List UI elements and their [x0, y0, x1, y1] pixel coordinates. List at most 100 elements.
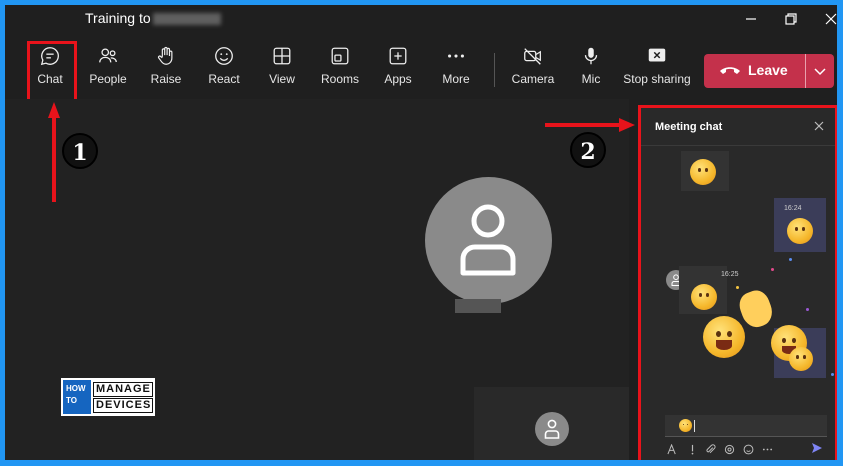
window-title-text: Training to — [85, 10, 151, 26]
confetti — [771, 268, 774, 271]
smiley-icon — [215, 47, 233, 65]
logo-devices: DEVICES — [93, 398, 153, 413]
person-icon — [544, 419, 560, 439]
exclamation-icon — [691, 444, 694, 455]
leave-control: Leave — [704, 54, 834, 88]
stop-sharing-label: Stop sharing — [623, 72, 691, 86]
format-button[interactable] — [667, 442, 679, 455]
priority-button[interactable] — [687, 442, 699, 455]
logo-right: MANAGE DEVICES — [93, 382, 153, 414]
hang-up-icon — [720, 67, 740, 74]
emoji-mouth — [715, 340, 733, 350]
more-icon — [448, 54, 464, 58]
view-label: View — [269, 72, 295, 86]
rooms-button[interactable]: Rooms — [312, 39, 368, 95]
view-button[interactable]: View — [254, 39, 310, 95]
confetti — [789, 258, 792, 261]
chat-button-highlight — [27, 41, 77, 103]
annotation-badge-1: 1 — [62, 133, 98, 169]
apps-label: Apps — [384, 72, 412, 86]
mic-label: Mic — [581, 72, 601, 86]
waving-emoji-icon — [789, 347, 813, 371]
leave-divider — [805, 54, 806, 88]
close-chat-icon[interactable] — [813, 120, 825, 132]
logo-how: HOW — [66, 384, 86, 393]
stop-share-icon — [648, 48, 666, 62]
chat-message-incoming — [681, 151, 729, 191]
maximize-button[interactable] — [778, 8, 804, 30]
annotation-badge-2: 2 — [570, 132, 606, 168]
add-app-icon — [389, 47, 407, 65]
logo-to: TO — [66, 396, 77, 405]
logo-left: HOW TO — [63, 380, 91, 414]
raise-hand-icon — [157, 46, 173, 65]
waving-emoji-icon — [690, 159, 716, 185]
chat-header: Meeting chat — [641, 108, 835, 146]
more-button[interactable]: More — [428, 39, 484, 95]
more-options-button[interactable] — [762, 442, 774, 454]
rooms-icon — [331, 47, 349, 65]
waving-emoji-icon — [691, 284, 717, 310]
waving-emoji-icon — [787, 218, 813, 244]
format-icon — [667, 443, 676, 455]
raise-hand-button[interactable]: Raise — [138, 39, 194, 95]
camera-button[interactable]: Camera — [505, 39, 561, 95]
leave-button[interactable]: Leave — [704, 54, 804, 88]
restore-icon — [785, 13, 797, 25]
smiley-icon — [743, 444, 754, 455]
leave-label: Leave — [748, 62, 788, 78]
mic-button[interactable]: Mic — [563, 39, 619, 95]
send-icon[interactable] — [811, 442, 823, 454]
clapping-emoji-icon — [735, 286, 777, 332]
react-label: React — [208, 72, 240, 86]
meeting-toolbar: Chat People Raise React View Rooms Apps — [5, 33, 837, 103]
confetti — [736, 286, 739, 289]
participant-avatar — [425, 177, 552, 304]
message-time: 16:25 — [721, 271, 739, 278]
minimize-icon — [746, 18, 756, 20]
howtomanagedevices-logo: HOW TO MANAGE DEVICES — [60, 377, 156, 417]
react-button[interactable]: React — [196, 39, 252, 95]
confetti — [831, 373, 834, 376]
attach-button[interactable] — [705, 442, 717, 454]
laughing-emoji-icon — [703, 316, 745, 358]
mic-icon — [584, 47, 598, 65]
minimize-button[interactable] — [738, 8, 764, 30]
emoji-button[interactable] — [743, 442, 755, 455]
meeting-chat-panel: Meeting chat 16:24 16:25 — [638, 105, 837, 460]
self-avatar — [535, 412, 569, 446]
participant-name-redaction — [455, 299, 501, 313]
paperclip-icon — [706, 444, 716, 454]
meeting-stage: HOW TO MANAGE DEVICES — [5, 99, 629, 460]
close-icon — [825, 13, 837, 25]
grid-icon — [273, 47, 291, 65]
message-time: 16:24 — [784, 205, 802, 212]
confetti — [806, 308, 809, 311]
person-icon — [460, 204, 516, 276]
logo-manage: MANAGE — [93, 382, 153, 397]
people-button[interactable]: People — [80, 39, 136, 95]
rooms-label: Rooms — [320, 72, 359, 86]
window-title: Training to — [85, 10, 221, 26]
teams-meeting-window: Training to Chat People Raise React View… — [5, 5, 837, 460]
chevron-down-icon — [814, 68, 826, 76]
people-label: People — [89, 72, 127, 86]
stop-sharing-button[interactable]: Stop sharing — [621, 39, 693, 95]
more-label: More — [442, 72, 470, 86]
title-bar: Training to — [5, 5, 837, 33]
chat-title: Meeting chat — [655, 121, 723, 133]
people-icon — [99, 48, 117, 63]
chat-compose-box[interactable] — [665, 415, 827, 437]
waving-emoji-icon — [679, 419, 692, 432]
more-icon — [762, 448, 773, 451]
camera-label: Camera — [511, 72, 555, 86]
raise-label: Raise — [150, 72, 182, 86]
leave-options-button[interactable] — [807, 54, 834, 88]
loop-button[interactable] — [724, 442, 736, 455]
loop-icon — [724, 444, 735, 455]
annotation-arrow-up — [48, 102, 60, 202]
toolbar-separator — [494, 53, 495, 87]
apps-button[interactable]: Apps — [370, 39, 426, 95]
title-redaction — [152, 13, 221, 26]
close-window-button[interactable] — [818, 8, 837, 30]
